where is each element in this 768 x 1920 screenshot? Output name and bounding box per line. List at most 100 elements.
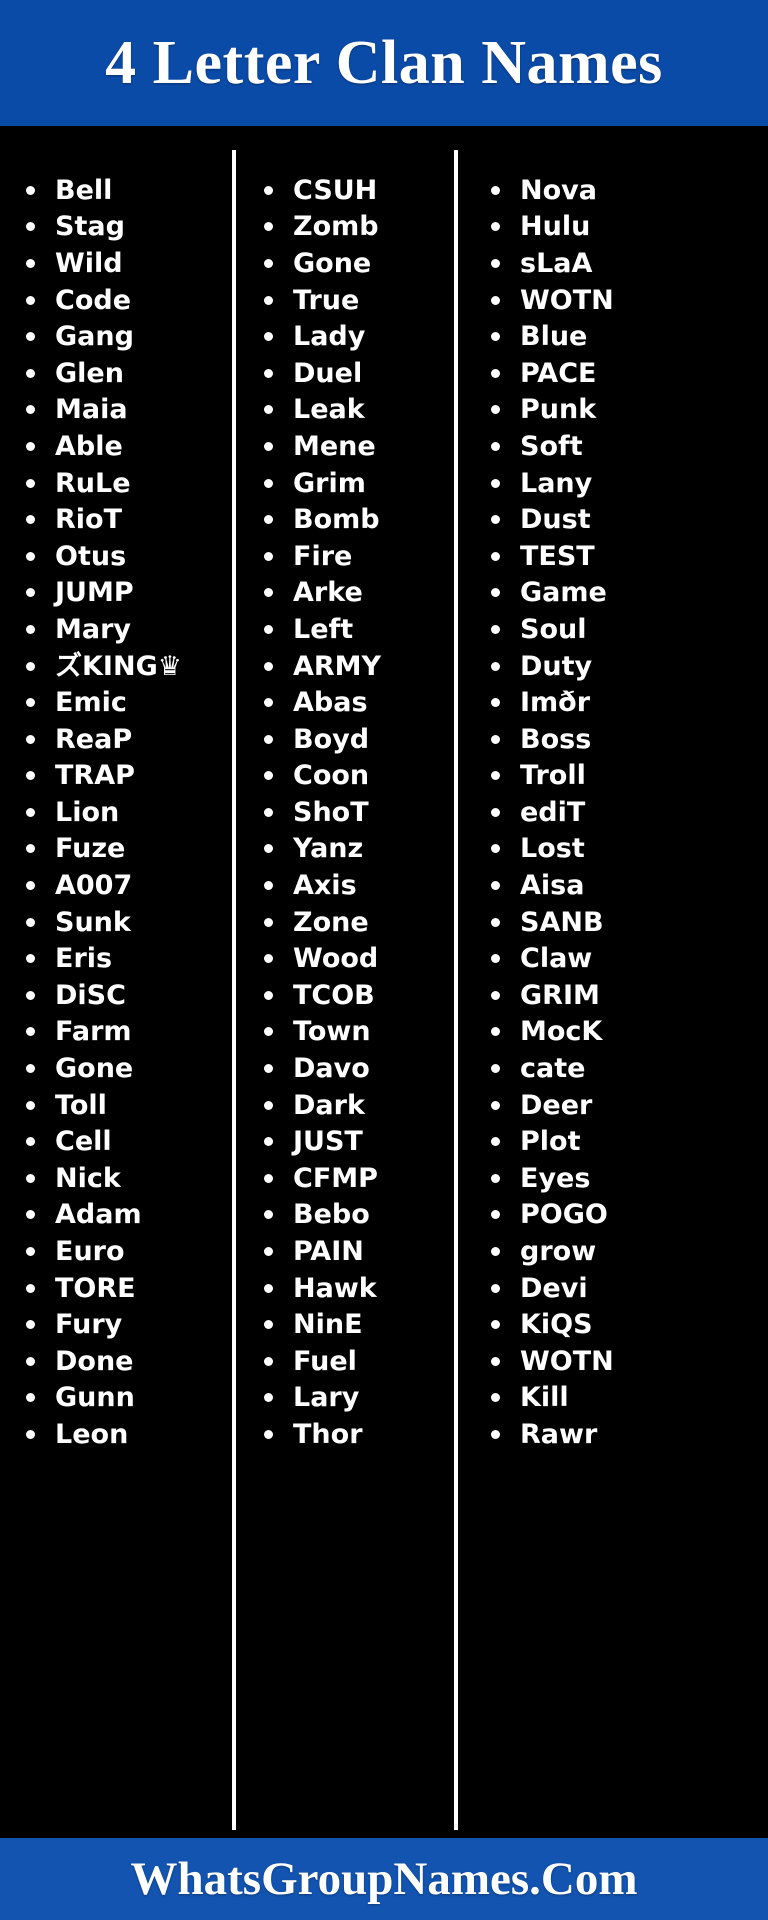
clan-name-label: Gone xyxy=(55,1053,134,1085)
clan-name-label: PACE xyxy=(520,357,597,389)
bullet-icon xyxy=(26,1210,35,1220)
list-item: POGO xyxy=(458,1197,764,1234)
clan-name-label: Imðr xyxy=(520,687,591,719)
clan-name-label: Gone xyxy=(293,247,372,279)
bullet-icon xyxy=(491,881,500,891)
bullet-icon xyxy=(491,1356,500,1366)
bullet-icon xyxy=(26,368,35,378)
clan-name-label: GRIM xyxy=(520,979,600,1011)
bullet-icon xyxy=(264,185,273,195)
bullet-icon xyxy=(264,1210,273,1220)
list-item: Able xyxy=(0,428,232,465)
list-item: Nick xyxy=(0,1160,232,1197)
clan-name-label: Boss xyxy=(520,723,592,755)
clan-name-label: Gang xyxy=(55,321,134,353)
list-item: ReaP xyxy=(0,721,232,758)
list-item: True xyxy=(236,282,454,319)
bullet-icon xyxy=(491,332,500,342)
list-item: PACE xyxy=(458,355,764,392)
bullet-icon xyxy=(26,1356,35,1366)
clan-name-label: Plot xyxy=(520,1126,581,1158)
clan-name-label: grow xyxy=(520,1236,597,1268)
clan-name-label: Able xyxy=(55,430,123,462)
list-item: Boss xyxy=(458,721,764,758)
list-item: Zomb xyxy=(236,209,454,246)
bullet-icon xyxy=(491,551,500,561)
bullet-icon xyxy=(264,478,273,488)
list-item: WOTN xyxy=(458,282,764,319)
list-item: ShoT xyxy=(236,794,454,831)
list-item: Lost xyxy=(458,831,764,868)
name-list-2: CSUH Zomb Gone True Lady Duel Leak Mene Grim Bomb… xyxy=(236,172,454,1453)
clan-name-label: WOTN xyxy=(520,1345,614,1377)
clan-name-label: Town xyxy=(293,1016,371,1048)
bullet-icon xyxy=(264,368,273,378)
clan-name-label: True xyxy=(293,284,360,316)
list-item: Punk xyxy=(458,392,764,429)
list-item: Gone xyxy=(236,245,454,282)
clan-name-label: Dust xyxy=(520,504,591,536)
bullet-icon xyxy=(264,405,273,415)
clan-name-label: Punk xyxy=(520,394,597,426)
bullet-icon xyxy=(264,222,273,232)
list-item: Plot xyxy=(458,1123,764,1160)
bullet-icon xyxy=(491,698,500,708)
site-branding: WhatsGroupNames.Com xyxy=(130,1852,638,1905)
bullet-icon xyxy=(26,807,35,817)
list-item: JUST xyxy=(236,1123,454,1160)
bullet-icon xyxy=(26,1100,35,1110)
bullet-icon xyxy=(264,954,273,964)
clan-name-label: Arke xyxy=(293,577,363,609)
clan-name-label: Fuze xyxy=(55,833,126,865)
list-item: sLaA xyxy=(458,245,764,282)
footer-banner: WhatsGroupNames.Com xyxy=(0,1838,768,1920)
bullet-icon xyxy=(26,1393,35,1403)
list-item: Hulu xyxy=(458,209,764,246)
bullet-icon xyxy=(264,1137,273,1147)
clan-name-label: Soft xyxy=(520,430,583,462)
clan-name-label: Stag xyxy=(55,211,125,243)
list-item: Davo xyxy=(236,1050,454,1087)
clan-name-label: RioT xyxy=(55,504,123,536)
clan-name-label: Nova xyxy=(520,174,597,206)
bullet-icon xyxy=(264,698,273,708)
bullet-icon xyxy=(264,844,273,854)
clan-name-label: Euro xyxy=(55,1236,125,1268)
clan-name-label: JUMP xyxy=(55,577,134,609)
clan-name-label: Troll xyxy=(520,760,586,792)
clan-name-label: Deer xyxy=(520,1089,593,1121)
list-item: Lady xyxy=(236,318,454,355)
clan-name-label: Aisa xyxy=(520,870,585,902)
bullet-icon xyxy=(491,1027,500,1037)
list-item: Eris xyxy=(0,940,232,977)
bullet-icon xyxy=(491,661,500,671)
bullet-icon xyxy=(491,185,500,195)
bullet-icon xyxy=(491,368,500,378)
clan-name-label: Lost xyxy=(520,833,585,865)
clan-name-label: Soul xyxy=(520,613,587,645)
clan-name-label: TEST xyxy=(520,540,595,572)
list-item: Fury xyxy=(0,1306,232,1343)
list-item: Otus xyxy=(0,538,232,575)
bullet-icon xyxy=(264,258,273,268)
list-item: WOTN xyxy=(458,1343,764,1380)
list-item: Axis xyxy=(236,867,454,904)
list-item: Wild xyxy=(0,245,232,282)
page-title: 4 Letter Clan Names xyxy=(105,29,663,97)
bullet-icon xyxy=(26,1283,35,1293)
clan-name-label: Adam xyxy=(55,1199,142,1231)
clan-name-label: Zomb xyxy=(293,211,379,243)
bullet-icon xyxy=(491,1100,500,1110)
list-item: Sunk xyxy=(0,904,232,941)
clan-name-label: KiQS xyxy=(520,1309,593,1341)
clan-name-label: RuLe xyxy=(55,467,131,499)
list-item: Fire xyxy=(236,538,454,575)
bullet-icon xyxy=(491,734,500,744)
clan-name-label: Left xyxy=(293,613,354,645)
bullet-icon xyxy=(491,990,500,1000)
clan-name-label: Glen xyxy=(55,357,124,389)
list-item: Adam xyxy=(0,1197,232,1234)
list-item: Arke xyxy=(236,575,454,612)
list-item: Mary xyxy=(0,611,232,648)
name-column-3: Nova Hulu sLaA WOTN Blue PACE Punk Soft Lany Dust… xyxy=(454,150,764,1830)
